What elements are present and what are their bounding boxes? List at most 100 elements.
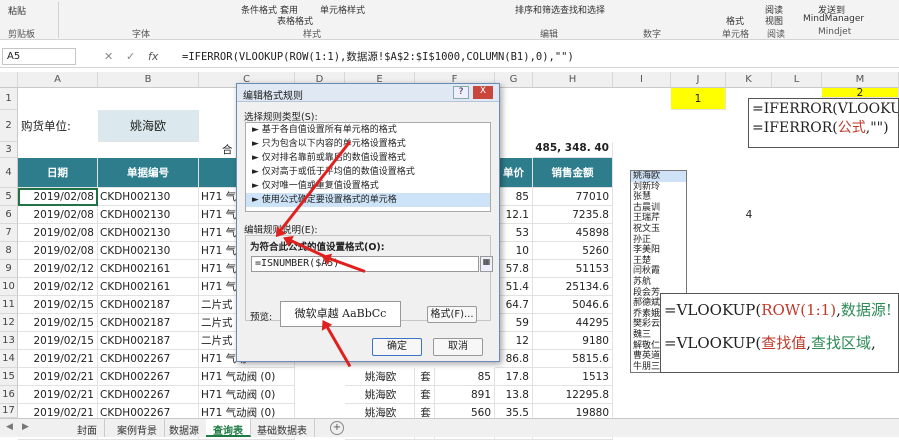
ok-button[interactable]: 确定 [372, 338, 422, 356]
cell-customer[interactable]: 姚海欧 [345, 368, 415, 386]
cell-doc[interactable]: CKDH002187 [98, 296, 199, 314]
row-header-6[interactable]: 6 [0, 206, 18, 224]
name-list-item[interactable]: 闫秋霞 [631, 266, 686, 277]
cell-doc[interactable]: CKDH002161 [98, 278, 199, 296]
row-header-1[interactable]: 1 [0, 88, 18, 110]
help-button[interactable]: ? [453, 86, 469, 99]
cell-doc[interactable]: CKDH002161 [98, 260, 199, 278]
cell-date[interactable]: 2019/02/15 [18, 314, 98, 332]
cell-date[interactable]: 2019/02/08 [18, 224, 98, 242]
conditional-format-button[interactable]: 条件格式 [241, 3, 277, 16]
cell-price[interactable]: 85 [495, 188, 533, 206]
name-list-item[interactable]: 苏航 [631, 277, 686, 288]
cell-j1[interactable]: 1 [671, 88, 726, 110]
cell-doc[interactable]: CKDH002130 [98, 188, 199, 206]
cell-sales[interactable]: 44295 [533, 314, 613, 332]
col-header-l[interactable]: L [772, 72, 822, 88]
cell-price[interactable]: 12.1 [495, 206, 533, 224]
cell-sales[interactable]: 1513 [533, 368, 613, 386]
cancel-icon[interactable]: ✕ [104, 50, 113, 63]
cell-doc[interactable]: CKDH002187 [98, 314, 199, 332]
close-button[interactable]: X [473, 86, 493, 99]
cell-qty[interactable]: 85 [435, 368, 495, 386]
name-list-item[interactable]: 李美阳 [631, 245, 686, 256]
cell-customer[interactable]: 姚海欧 [345, 386, 415, 404]
cell-doc[interactable]: CKDH002267 [98, 386, 199, 404]
row-header-12[interactable]: 12 [0, 314, 18, 332]
cell-date[interactable]: 2019/02/12 [18, 278, 98, 296]
row-header-11[interactable]: 11 [0, 296, 18, 314]
cell-price[interactable]: 86.8 [495, 350, 533, 368]
row-header-10[interactable]: 10 [0, 278, 18, 296]
find-select-button[interactable]: 查找和选择 [560, 3, 605, 16]
cell-date[interactable]: 2019/02/12 [18, 260, 98, 278]
name-box[interactable]: A5 [2, 48, 76, 65]
cell-m1[interactable]: 2 [822, 88, 899, 98]
rule-type-item[interactable]: ► 只为包含以下内容的单元格设置格式 [246, 137, 490, 151]
cell-doc[interactable]: CKDH002130 [98, 242, 199, 260]
row-header-16[interactable]: 16 [0, 386, 18, 404]
cell-price[interactable]: 10 [495, 242, 533, 260]
name-list-item[interactable]: 王瑞芹 [631, 213, 686, 224]
rule-type-item[interactable]: ► 基于各自值设置所有单元格的格式 [246, 123, 490, 137]
row-header-15[interactable]: 15 [0, 368, 18, 386]
confirm-icon[interactable]: ✓ [126, 50, 135, 63]
select-all-corner[interactable] [0, 72, 18, 88]
cell-price[interactable]: 57.8 [495, 260, 533, 278]
cell-price[interactable]: 51.4 [495, 278, 533, 296]
cell-doc[interactable]: CKDH002130 [98, 224, 199, 242]
sort-filter-button[interactable]: 排序和筛选 [515, 3, 560, 16]
tab-scroll-left-icon[interactable]: ◀ [6, 422, 13, 432]
row-header-9[interactable]: 9 [0, 260, 18, 278]
cell-style-button[interactable]: 单元格样式 [320, 3, 365, 16]
col-header-m[interactable]: M [822, 72, 899, 88]
sheet-tab[interactable]: 封面 [70, 419, 105, 437]
col-header-k[interactable]: K [726, 72, 772, 88]
cell-sales[interactable]: 12295.8 [533, 386, 613, 404]
name-list-item[interactable]: 张慧 [631, 192, 686, 203]
cell-date[interactable]: 2019/02/21 [18, 350, 98, 368]
cell-date[interactable]: 2019/02/08 [18, 242, 98, 260]
cell-qty[interactable]: 891 [435, 386, 495, 404]
cell-date[interactable]: 2019/02/15 [18, 332, 98, 350]
cell-date[interactable]: 2019/02/21 [18, 386, 98, 404]
row-header-7[interactable]: 7 [0, 224, 18, 242]
row-header-3[interactable]: 3 [0, 142, 18, 158]
format-button[interactable]: 格式 [726, 14, 744, 27]
cancel-button[interactable]: 取消 [433, 338, 483, 356]
cell-sales[interactable]: 45898 [533, 224, 613, 242]
row-header-8[interactable]: 8 [0, 242, 18, 260]
cell-sales[interactable]: 5046.6 [533, 296, 613, 314]
cell-doc[interactable]: CKDH002267 [98, 368, 199, 386]
cell-sales[interactable]: 7235.8 [533, 206, 613, 224]
cell-sales[interactable]: 51153 [533, 260, 613, 278]
cell-sales[interactable]: 5260 [533, 242, 613, 260]
cell-name[interactable]: H71 气动阀 (0) [199, 368, 295, 386]
range-picker-icon[interactable]: ▦ [480, 256, 493, 272]
col-header-b[interactable]: B [98, 72, 199, 88]
cell-sales[interactable]: 25134.6 [533, 278, 613, 296]
buyer-value-cell[interactable]: 姚海欧 [98, 110, 199, 142]
col-header-h[interactable]: H [533, 72, 613, 88]
name-list-item[interactable]: 祝文玉 [631, 224, 686, 235]
name-list-item[interactable]: 刘新玲 [631, 182, 686, 193]
rule-type-item[interactable]: ► 仅对唯一值或重复值设置格式 [246, 179, 490, 193]
cell-unit[interactable]: 套 [415, 368, 435, 386]
cell-price[interactable]: 13.8 [495, 386, 533, 404]
col-header-j[interactable]: J [671, 72, 726, 88]
cell-price[interactable]: 12 [495, 332, 533, 350]
tab-scroll-right-icon[interactable]: ▶ [22, 422, 29, 432]
sheet-tab[interactable]: 基础数据表 [250, 419, 315, 437]
col-header-a[interactable]: A [18, 72, 98, 88]
name-list-item[interactable]: 姚海欧 [631, 171, 686, 182]
cell-date[interactable]: 2019/02/15 [18, 296, 98, 314]
cell-sales[interactable]: 9180 [533, 332, 613, 350]
cell-name[interactable]: H71 气动阀 (0) [199, 386, 295, 404]
format-button[interactable]: 格式(F)... [427, 306, 477, 323]
name-list-item[interactable]: 古晨训 [631, 203, 686, 214]
cell-sales[interactable]: 5815.6 [533, 350, 613, 368]
cell-sales[interactable]: 77010 [533, 188, 613, 206]
cell-doc[interactable]: CKDH002130 [98, 206, 199, 224]
cell-date[interactable]: 2019/02/08 [18, 206, 98, 224]
row-header-17[interactable]: 17 [0, 404, 18, 418]
